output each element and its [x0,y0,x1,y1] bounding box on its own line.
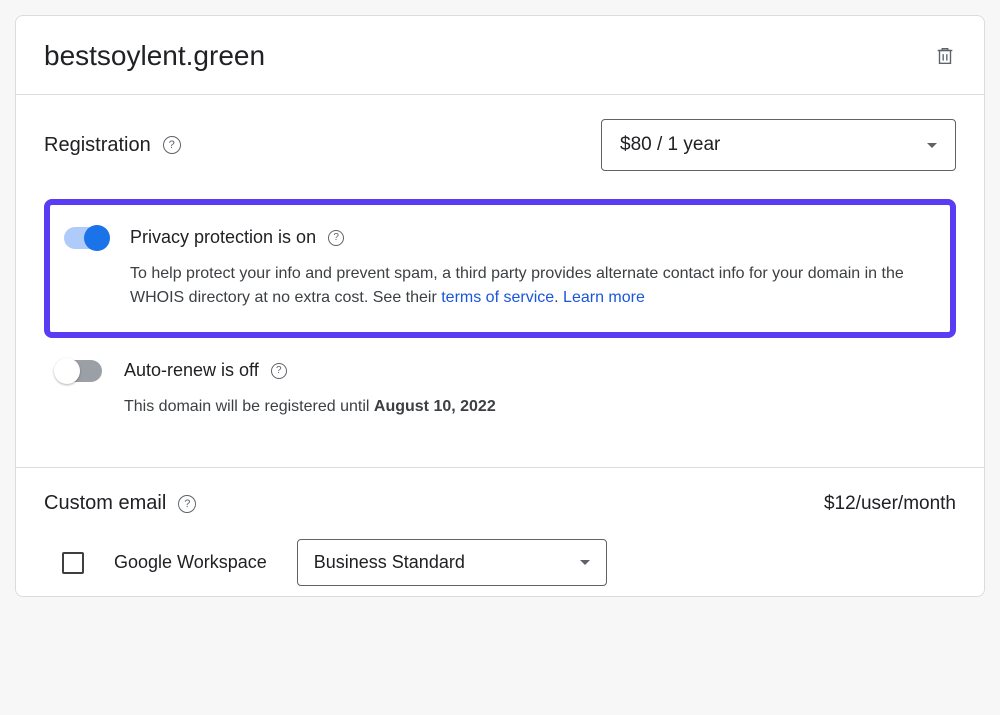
autorenew-title: Auto-renew is off ? [124,360,936,381]
privacy-description: To help protect your info and prevent sp… [130,262,930,310]
privacy-title: Privacy protection is on ? [130,227,930,248]
terms-of-service-link[interactable]: terms of service [441,289,554,306]
help-icon[interactable]: ? [271,363,287,379]
registration-label: Registration ? [44,134,181,157]
registration-section: Registration ? $80 / 1 year Privacy prot… [16,95,984,443]
domain-settings-card: bestsoylent.green Registration ? $80 / 1… [15,15,985,597]
custom-email-label: Custom email ? [44,492,196,515]
chevron-down-icon [580,560,590,565]
custom-email-section: Custom email ? $12/user/month Google Wor… [16,468,984,596]
autorenew-date: August 10, 2022 [374,398,496,415]
registration-term-dropdown[interactable]: $80 / 1 year [601,119,956,171]
autorenew-description: This domain will be registered until Aug… [124,395,936,419]
email-price: $12/user/month [824,493,956,515]
delete-icon[interactable] [934,45,956,67]
card-header: bestsoylent.green [16,16,984,95]
help-icon[interactable]: ? [163,136,181,154]
learn-more-link[interactable]: Learn more [563,289,645,306]
help-icon[interactable]: ? [328,230,344,246]
autorenew-toggle[interactable] [58,360,102,382]
workspace-plan-dropdown[interactable]: Business Standard [297,539,607,586]
chevron-down-icon [927,143,937,148]
privacy-highlight: Privacy protection is on ? To help prote… [44,199,956,338]
workspace-label: Google Workspace [114,552,267,573]
workspace-checkbox[interactable] [62,552,84,574]
privacy-toggle[interactable] [64,227,108,249]
domain-name: bestsoylent.green [44,40,265,72]
workspace-plan-value: Business Standard [314,552,465,573]
help-icon[interactable]: ? [178,495,196,513]
registration-price-value: $80 / 1 year [620,134,720,156]
